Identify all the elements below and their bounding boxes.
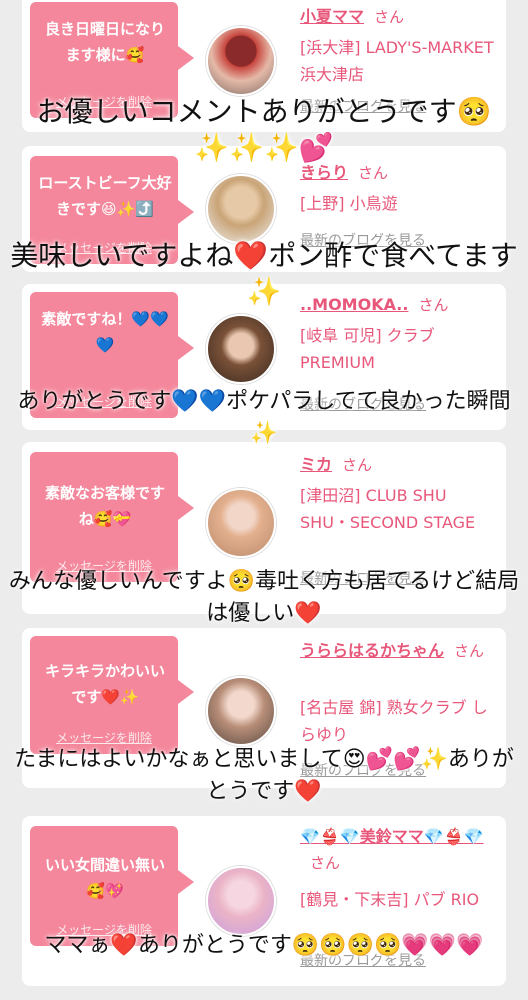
- message-text: 素敵なお客様ですね🥰💝: [44, 484, 165, 528]
- cast-name-link[interactable]: ミカ: [300, 455, 332, 474]
- message-text: 素敵ですね！💙💙💙: [41, 310, 169, 354]
- avatar[interactable]: [206, 174, 276, 244]
- shop-name: [鶴見・下末吉] パブ RIO: [300, 890, 480, 909]
- honorific: さん: [342, 456, 373, 474]
- message-text: いい女間違い無い🥰💖: [44, 856, 165, 900]
- avatar[interactable]: [206, 676, 276, 746]
- avatar[interactable]: [206, 314, 276, 384]
- cast-name-link[interactable]: うららはるかちゃん: [300, 641, 444, 660]
- honorific: さん: [310, 854, 341, 872]
- avatar[interactable]: [206, 26, 276, 96]
- cast-name-link[interactable]: 小夏ママ: [300, 7, 364, 26]
- honorific: さん: [454, 642, 485, 660]
- shop-name: [浜大津] LADY'S-MARKET 浜大津店: [300, 38, 494, 84]
- honorific: さん: [358, 164, 389, 182]
- reply-caption: ママぁ❤️ありがとうです🥺🥺🥺🥺💗💗💗: [44, 933, 484, 958]
- message-text: ローストビーフ大好きです😆✨⤴️: [38, 174, 172, 218]
- shop-name: [岐阜 可児] クラブ PREMIUM: [300, 326, 435, 372]
- message-text: 良き日曜日になります様に🥰: [44, 20, 165, 64]
- message-text: キラキラかわいいです❤️✨: [44, 662, 165, 706]
- reply-caption: みんな優しいんですよ🥺毒吐く方も居てるけど結局は優しい❤️: [8, 569, 520, 626]
- message-bubble: 素敵なお客様ですね🥰💝 メッセージを削除: [30, 452, 194, 582]
- avatar[interactable]: [206, 866, 276, 936]
- shop-name: [津田沼] CLUB SHU SHU・SECOND STAGE: [300, 486, 476, 532]
- reply-caption: 美味しいですよね❤️ポン酢で食べてます✨: [10, 239, 518, 308]
- shop-name: [名古屋 錦] 熟女クラブ しらゆり: [300, 698, 488, 744]
- honorific: さん: [374, 8, 405, 26]
- message-bubble: いい女間違い無い🥰💖 メッセージを削除: [30, 826, 194, 946]
- message-bubble: キラキラかわいいです❤️✨ メッセージを削除: [30, 636, 194, 754]
- cast-name-link[interactable]: 💎👙💎美鈴ママ💎👙💎: [300, 827, 484, 846]
- reply-caption: お優しいコメントありがとうです🥺✨✨✨💕: [36, 95, 492, 164]
- avatar[interactable]: [206, 488, 276, 558]
- reply-caption: ありがとうです💙💙ポケパラしてて良かった瞬間✨: [17, 389, 511, 446]
- reply-caption: たまにはよいかなぁと思いまして😍💕💕✨ありがとうです❤️: [14, 747, 514, 804]
- shop-name: [上野] 小鳥遊: [300, 194, 398, 213]
